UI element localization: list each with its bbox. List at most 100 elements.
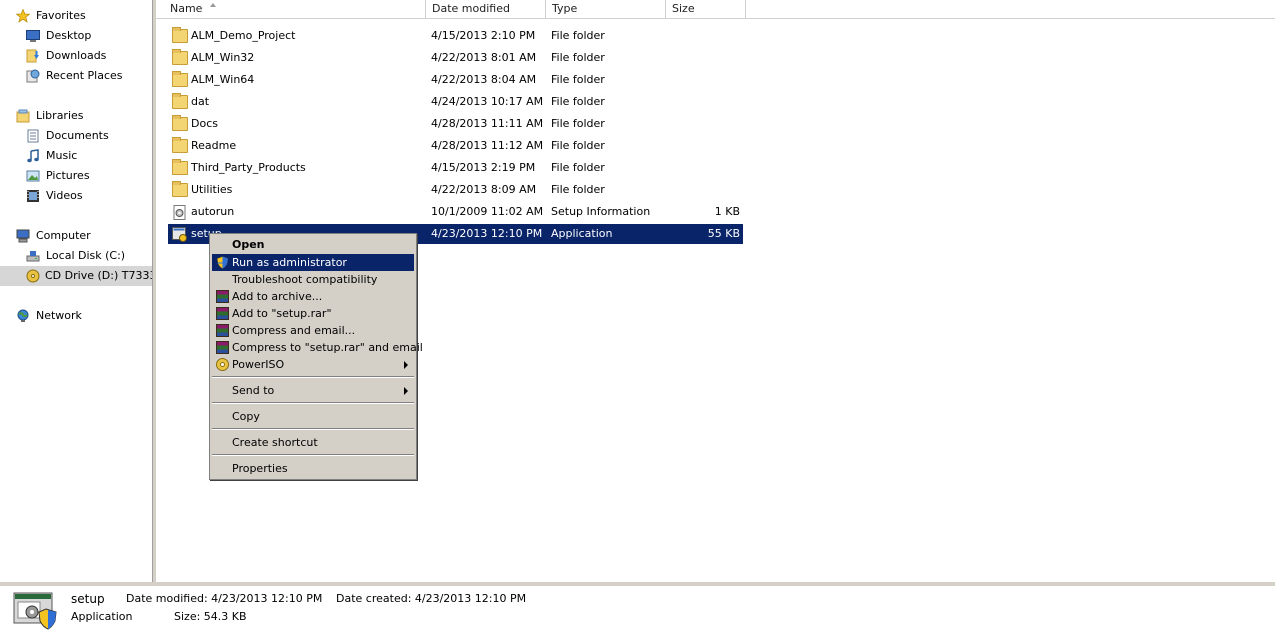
file-date: 4/28/2013 11:12 AM — [431, 139, 544, 152]
file-type: File folder — [551, 51, 605, 64]
file-type: File folder — [551, 183, 605, 196]
menu-separator — [212, 376, 414, 378]
submenu-arrow-icon — [404, 361, 408, 369]
file-date: 4/22/2013 8:09 AM — [431, 183, 537, 196]
menu-item-copy[interactable]: Copy — [212, 408, 414, 425]
folder-icon — [172, 71, 188, 87]
folder-icon — [172, 93, 188, 109]
folder-icon — [172, 181, 188, 197]
menu-item-poweriso[interactable]: PowerISO — [212, 356, 414, 373]
file-row[interactable]: Docs 4/28/2013 11:11 AM File folder — [168, 114, 743, 134]
file-date: 4/22/2013 8:04 AM — [431, 73, 537, 86]
file-row[interactable]: Utilities 4/22/2013 8:09 AM File folder — [168, 180, 743, 200]
file-name: ALM_Win32 — [191, 51, 255, 64]
details-pane: setup Application Date modified: 4/23/20… — [0, 586, 1275, 637]
file-row[interactable]: autorun 10/1/2009 11:02 AM Setup Informa… — [168, 202, 743, 222]
details-file-name: setup — [71, 592, 105, 606]
file-name: ALM_Demo_Project — [191, 29, 296, 42]
menu-item-add-to-archive[interactable]: Add to archive... — [212, 288, 414, 305]
file-row[interactable]: Third_Party_Products 4/15/2013 2:19 PM F… — [168, 158, 743, 178]
nav-item-label: Videos — [46, 189, 83, 202]
menu-item-add-to-setup-rar[interactable]: Add to "setup.rar" — [212, 305, 414, 322]
file-name: ALM_Win64 — [191, 73, 255, 86]
winrar-icon — [216, 324, 229, 337]
menu-item-label: Compress to "setup.rar" and email — [232, 341, 423, 354]
navigation-pane: Favorites Desktop Downloads Recent Place… — [0, 0, 167, 582]
file-row[interactable]: dat 4/24/2013 10:17 AM File folder — [168, 92, 743, 112]
nav-item-label: Documents — [46, 129, 109, 142]
file-row[interactable]: Readme 4/28/2013 11:12 AM File folder — [168, 136, 743, 156]
file-date: 10/1/2009 11:02 AM — [431, 205, 544, 218]
star-icon — [15, 8, 31, 23]
menu-item-label: PowerISO — [232, 358, 285, 371]
menu-item-compress-to-setup-rar-and-email[interactable]: Compress to "setup.rar" and email — [212, 339, 423, 356]
menu-separator — [212, 402, 414, 404]
nav-item-label: Music — [46, 149, 78, 162]
column-header-name[interactable]: Name — [164, 0, 426, 18]
nav-item-label: CD Drive (D:) T7333-1 — [45, 269, 168, 282]
column-header-size[interactable]: Size — [666, 0, 746, 18]
column-header-type[interactable]: Type — [546, 0, 666, 18]
menu-separator — [212, 454, 414, 456]
nav-item-label: Local Disk (C:) — [46, 249, 126, 262]
file-type: File folder — [551, 161, 605, 174]
submenu-arrow-icon — [404, 387, 408, 395]
file-row[interactable]: ALM_Win32 4/22/2013 8:01 AM File folder — [168, 48, 743, 68]
menu-item-label: Create shortcut — [232, 436, 318, 449]
menu-item-create-shortcut[interactable]: Create shortcut — [212, 434, 414, 451]
uac-shield-icon — [216, 256, 229, 269]
nav-item-cd-drive[interactable]: CD Drive (D:) T7333-1 — [0, 266, 167, 286]
file-name: dat — [191, 95, 210, 108]
music-icon — [26, 149, 40, 163]
file-type: Application — [551, 227, 613, 240]
file-type: File folder — [551, 95, 605, 108]
folder-icon — [172, 27, 188, 43]
file-name: Readme — [191, 139, 237, 152]
nav-computer-label: Computer — [36, 229, 91, 242]
column-header-bar: Name Date modified Type Size — [156, 0, 1275, 19]
videos-icon — [26, 189, 40, 203]
file-row[interactable]: ALM_Demo_Project 4/15/2013 2:10 PM File … — [168, 26, 743, 46]
poweriso-icon — [216, 358, 229, 371]
file-date: 4/15/2013 2:19 PM — [431, 161, 536, 174]
menu-item-label: Open — [232, 238, 265, 251]
menu-item-compress-and-email[interactable]: Compress and email... — [212, 322, 414, 339]
details-file-kind: Application — [71, 610, 133, 623]
folder-icon — [172, 159, 188, 175]
file-row[interactable]: ALM_Win64 4/22/2013 8:04 AM File folder — [168, 70, 743, 90]
file-size: 55 KB — [707, 227, 740, 240]
downloads-icon — [26, 49, 40, 63]
folder-icon — [172, 137, 188, 153]
menu-item-label: Copy — [232, 410, 260, 423]
column-header-label: Size — [672, 2, 695, 15]
file-name: autorun — [191, 205, 235, 218]
details-date-modified: Date modified: 4/23/2013 12:10 PM — [126, 592, 323, 605]
menu-item-troubleshoot-compatibility[interactable]: Troubleshoot compatibility — [212, 271, 414, 288]
winrar-icon — [216, 290, 229, 303]
winrar-icon — [216, 307, 229, 320]
menu-item-run-as-administrator[interactable]: Run as administrator — [212, 254, 414, 271]
menu-item-label: Compress and email... — [232, 324, 356, 337]
file-type: File folder — [551, 139, 605, 152]
column-header-label: Type — [552, 2, 578, 15]
menu-item-label: Troubleshoot compatibility — [232, 273, 378, 286]
column-header-label: Name — [170, 2, 203, 15]
menu-item-label: Send to — [232, 384, 275, 397]
libraries-icon — [16, 109, 30, 123]
details-date-created: Date created: 4/23/2013 12:10 PM — [336, 592, 527, 605]
menu-item-open[interactable]: Open — [212, 236, 414, 253]
menu-item-properties[interactable]: Properties — [212, 460, 414, 477]
documents-icon — [26, 129, 40, 143]
local-disk-icon — [26, 249, 40, 263]
setup-application-large-icon — [12, 587, 58, 631]
menu-item-send-to[interactable]: Send to — [212, 382, 414, 399]
folder-icon — [172, 49, 188, 65]
file-type: File folder — [551, 117, 605, 130]
file-type: File folder — [551, 29, 605, 42]
file-date: 4/22/2013 8:01 AM — [431, 51, 537, 64]
nav-item-label: Pictures — [46, 169, 90, 182]
column-header-date[interactable]: Date modified — [426, 0, 546, 18]
network-icon — [16, 309, 30, 323]
nav-item-label: Recent Places — [46, 69, 123, 82]
nav-favorites-label: Favorites — [36, 9, 86, 22]
